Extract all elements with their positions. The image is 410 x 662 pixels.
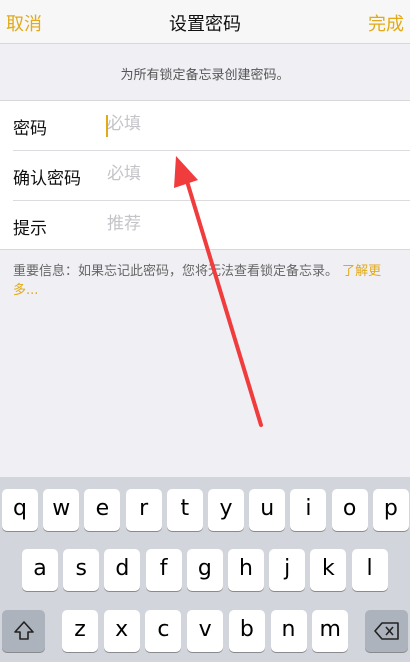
- key-d[interactable]: d: [104, 549, 141, 591]
- key-w[interactable]: w: [43, 489, 80, 531]
- important-note: 重要信息：如果忘记此密码，您将无法查看锁定备忘录。 了解更多...: [13, 262, 397, 300]
- key-h[interactable]: h: [228, 549, 264, 591]
- key-k[interactable]: k: [310, 549, 347, 591]
- key-j[interactable]: j: [269, 549, 306, 591]
- hint-label: 提示: [13, 219, 47, 239]
- shift-icon: [13, 621, 34, 640]
- key-a[interactable]: a: [22, 549, 58, 591]
- key-o[interactable]: o: [331, 489, 368, 531]
- key-y[interactable]: y: [208, 489, 244, 531]
- password-field[interactable]: [107, 114, 387, 134]
- key-s[interactable]: s: [63, 549, 100, 591]
- key-i[interactable]: i: [290, 489, 327, 531]
- key-g[interactable]: g: [186, 549, 223, 591]
- keyboard: qwertyuiop asdfghjkl zxcvbnm: [0, 477, 410, 662]
- confirm-password-row: 确认密码: [0, 151, 410, 201]
- confirm-password-label: 确认密码: [13, 169, 81, 189]
- shift-key[interactable]: [2, 610, 45, 652]
- delete-key[interactable]: [365, 610, 408, 652]
- key-r[interactable]: r: [125, 489, 162, 531]
- key-n[interactable]: n: [270, 610, 307, 652]
- key-t[interactable]: t: [166, 489, 203, 531]
- hint-field[interactable]: [107, 214, 387, 234]
- key-x[interactable]: x: [103, 610, 140, 652]
- key-e[interactable]: e: [84, 489, 121, 531]
- password-form: 密码 确认密码 提示: [0, 100, 410, 250]
- key-v[interactable]: v: [187, 610, 224, 652]
- key-f[interactable]: f: [145, 549, 182, 591]
- key-u[interactable]: u: [249, 489, 286, 531]
- text-cursor: [106, 115, 108, 137]
- key-p[interactable]: p: [372, 489, 409, 531]
- key-c[interactable]: c: [145, 610, 182, 652]
- key-q[interactable]: q: [2, 489, 38, 531]
- key-b[interactable]: b: [228, 610, 265, 652]
- confirm-password-field[interactable]: [107, 164, 387, 184]
- key-z[interactable]: z: [62, 610, 98, 652]
- page-title: 设置密码: [169, 14, 241, 35]
- backspace-icon: [373, 622, 399, 640]
- key-l[interactable]: l: [351, 549, 388, 591]
- password-row: 密码: [0, 101, 410, 151]
- key-m[interactable]: m: [312, 610, 349, 652]
- navigation-bar: 取消 设置密码 完成: [0, 0, 410, 44]
- done-button[interactable]: 完成: [368, 10, 404, 36]
- info-text: 为所有锁定备忘录创建密码。: [120, 68, 290, 83]
- note-text: 重要信息：如果忘记此密码，您将无法查看锁定备忘录。: [13, 264, 339, 279]
- password-label: 密码: [13, 119, 47, 139]
- hint-row: 提示: [0, 201, 410, 251]
